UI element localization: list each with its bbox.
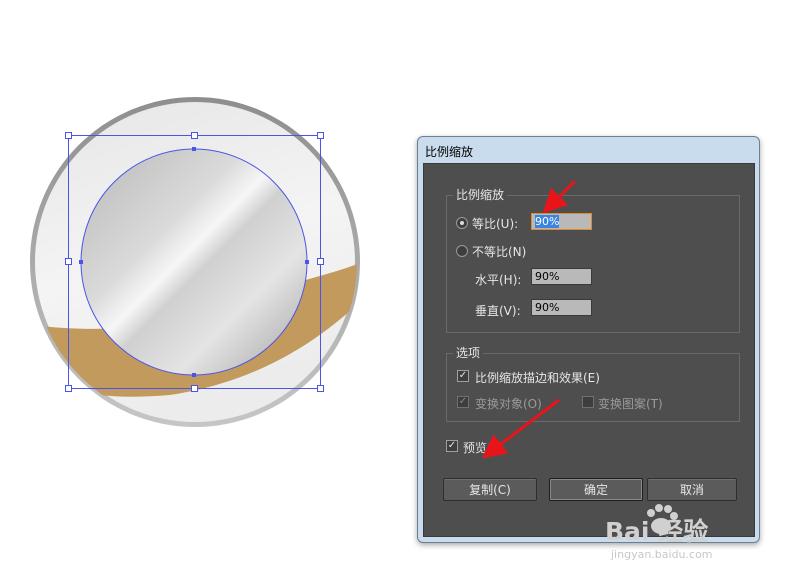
- options-group-legend: 选项: [453, 344, 484, 361]
- options-group: 选项 ✓ 比例缩放描边和效果(E) ✓ 变换对象(O) 变换图案(T): [446, 344, 740, 422]
- uniform-radio[interactable]: [456, 217, 468, 229]
- uniform-input[interactable]: 90%: [531, 213, 592, 230]
- vertical-input[interactable]: 90%: [531, 299, 592, 316]
- transform-patterns-label: 变换图案(T): [598, 397, 663, 411]
- uniform-value: 90%: [535, 215, 560, 228]
- vertical-value: 90%: [535, 301, 560, 314]
- vertical-label: 垂直(V):: [475, 304, 521, 318]
- scale-strokes-checkbox[interactable]: ✓: [457, 370, 469, 382]
- metal-disc: [80, 148, 308, 376]
- dialog-body: 比例缩放 等比(U): 90% 不等比(N) 水平(H): 90% 垂直(V):…: [423, 163, 755, 537]
- horizontal-label: 水平(H):: [475, 273, 522, 287]
- nonuniform-label: 不等比(N): [472, 245, 527, 259]
- cancel-button[interactable]: 取消: [647, 478, 737, 501]
- transform-objects-label: 变换对象(O): [475, 397, 542, 411]
- baidu-watermark: Bai 经验 jingyan.baidu.com: [579, 500, 754, 570]
- preview-label: 预览(P): [463, 441, 504, 455]
- scale-group-legend: 比例缩放: [453, 186, 508, 203]
- uniform-label: 等比(U):: [472, 217, 519, 231]
- ok-button[interactable]: 确定: [549, 478, 643, 501]
- horizontal-input[interactable]: 90%: [531, 268, 592, 285]
- dialog-title: 比例缩放: [425, 145, 474, 159]
- scale-dialog: 比例缩放 比例缩放 等比(U): 90% 不等比(N) 水平(H): 90% 垂…: [417, 136, 760, 543]
- scale-strokes-label: 比例缩放描边和效果(E): [475, 371, 600, 385]
- preview-checkbox[interactable]: ✓: [446, 440, 458, 452]
- copy-button[interactable]: 复制(C): [443, 478, 537, 501]
- dialog-titlebar[interactable]: 比例缩放: [418, 137, 759, 163]
- watermark-main: Bai 经验: [605, 517, 709, 546]
- transform-objects-checkbox[interactable]: ✓: [457, 396, 469, 408]
- transform-patterns-checkbox[interactable]: [582, 396, 594, 408]
- scale-group: 比例缩放 等比(U): 90% 不等比(N) 水平(H): 90% 垂直(V):…: [446, 186, 740, 333]
- nonuniform-radio[interactable]: [456, 245, 468, 257]
- horizontal-value: 90%: [535, 270, 560, 283]
- watermark-sub: jingyan.baidu.com: [611, 548, 713, 561]
